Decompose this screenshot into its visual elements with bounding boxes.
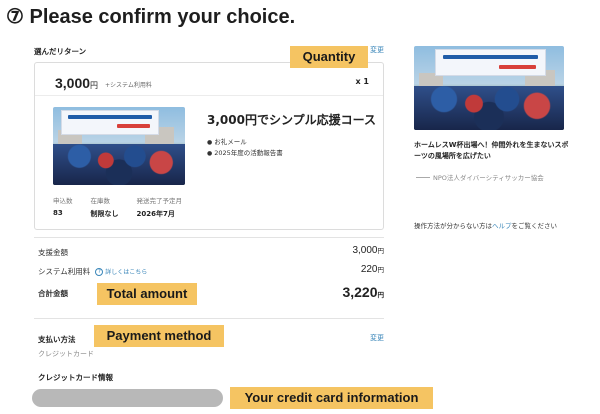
section-divider [34,318,384,319]
annotation-quantity: Quantity [290,46,368,68]
reward-price-unit: 円 [90,81,99,90]
system-fee-value: 220円 [361,264,384,275]
total-amount-value: 3,220円 [342,284,384,300]
org-line-icon [416,177,430,178]
yen-unit: 円 [377,248,385,255]
yen-unit: 円 [377,292,385,299]
help-icon[interactable]: ? [95,268,104,276]
card-info-label: クレジットカード情報 [38,373,113,382]
total-amount-number: 3,220 [342,284,378,300]
stat-value: 2026年7月 [136,210,175,218]
stat-value: 制限なし [90,210,119,218]
stat-label: 申込数 [53,197,73,205]
annotation-payment-method: Payment method [94,325,224,347]
system-fee-label: システム利用料 [38,267,91,276]
stat-stock: 在庫数 制限なし [91,195,119,219]
reward-item: お礼メール [207,137,283,148]
support-amount-label: 支援金額 [38,248,68,257]
payment-method-label: 支払い方法 [38,335,76,344]
change-reward-link[interactable]: 変更 [370,45,384,55]
stat-shipping: 発送完了予定月 2026年7月 [137,195,183,219]
stat-label: 在庫数 [90,197,111,205]
stat-value: 83 [53,209,63,217]
reward-items-list: お礼メール 2025年度の活動報告書 [207,137,283,159]
card-info-field[interactable] [32,389,223,407]
page-title: ⑦ Please confirm your choice. [6,6,296,28]
reward-card: 3,000円 +システム利用料 x 1 3,000円でシンプル応援コース お礼メ… [34,62,384,230]
change-payment-link[interactable]: 変更 [370,333,384,343]
total-amount-label: 合計金額 [38,289,68,298]
section-divider [34,237,384,238]
help-link[interactable]: ヘルプ [492,222,512,230]
stat-applications: 申込数 83 [53,195,73,219]
help-text-suffix: をご覧ください [511,222,558,230]
support-amount-value: 3,000円 [352,245,384,256]
payment-method-value: クレジットカード [38,350,94,358]
yen-unit: 円 [377,267,385,274]
org-name-text: NPO法人ダイバーシティサッカー協会 [433,174,544,182]
reward-item: 2025年度の活動報告書 [207,148,283,159]
reward-image [53,107,185,185]
system-fee-row: システム利用料? 詳しくはこちら [38,266,147,277]
system-fee-note: +システム利用料 [105,82,152,89]
reward-stats: 申込数 83 在庫数 制限なし 発送完了予定月 2026年7月 [53,195,182,219]
help-text: 操作方法が分からない方はヘルプをご覧ください [414,220,557,230]
annotation-credit-card: Your credit card information [230,387,433,409]
reward-price: 3,000円 [55,75,98,91]
card-divider [35,95,383,96]
system-fee-number: 220 [360,264,378,275]
selected-reward-label: 選んだリターン [34,47,87,56]
fee-detail-link[interactable]: 詳しくはこちら [105,269,147,276]
project-image[interactable] [414,46,564,130]
reward-title: 3,000円でシンプル応援コース [207,113,376,127]
help-text-prefix: 操作方法が分からない方は [414,222,492,230]
stat-label: 発送完了予定月 [136,197,183,205]
reward-price-value: 3,000 [55,75,91,91]
annotation-total-amount: Total amount [97,283,197,305]
project-title[interactable]: ホームレスW杯出場へ！仲間外れを生まないスポーツの風場所を広げたい [414,140,574,162]
reward-quantity: x 1 [355,77,369,86]
organization-name: NPO法人ダイバーシティサッカー協会 [416,172,544,182]
support-amount-number: 3,000 [352,245,378,256]
